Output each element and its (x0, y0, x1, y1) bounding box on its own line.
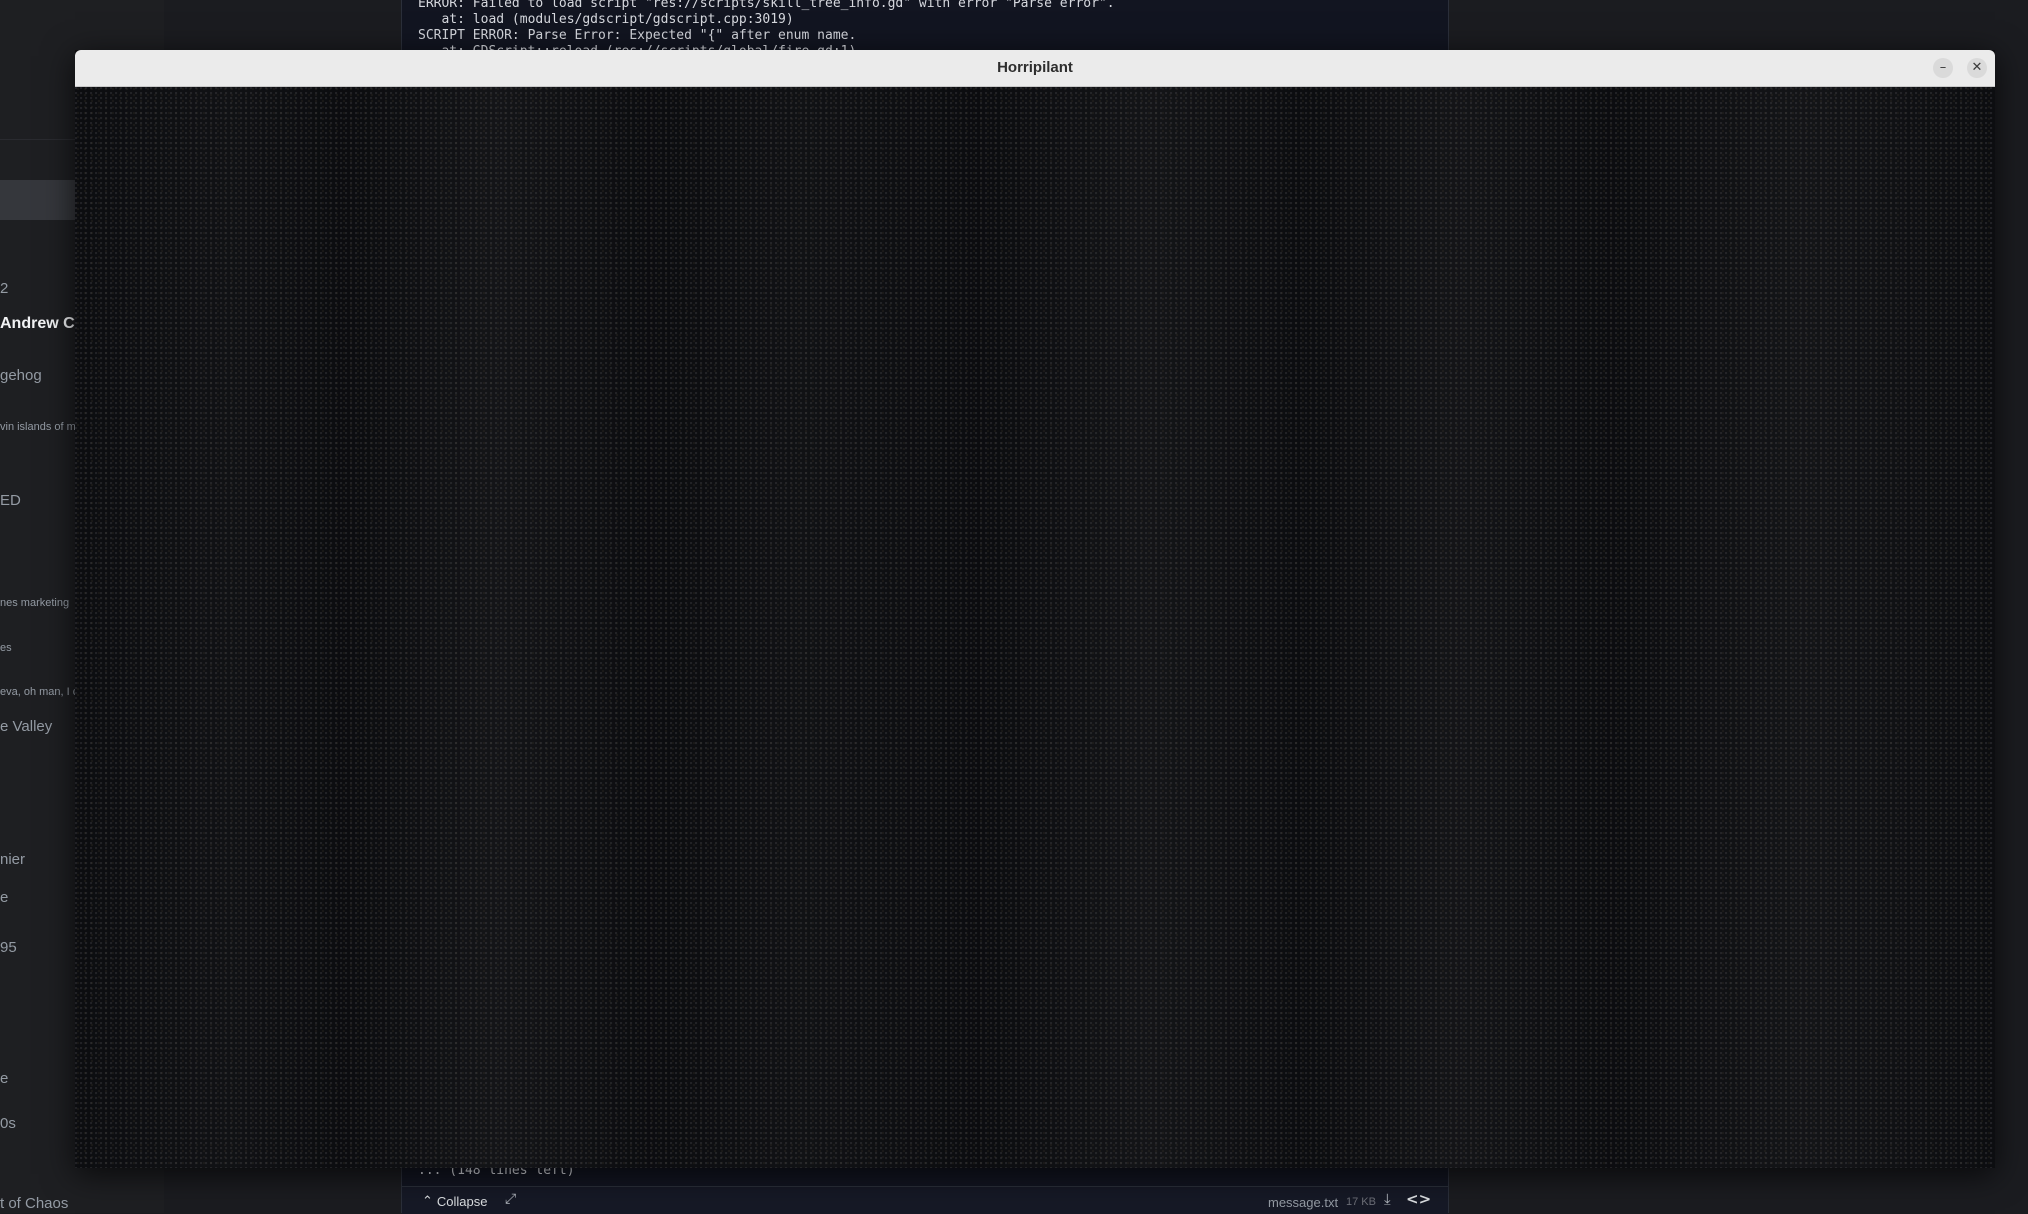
code-line: ERROR: Failed to load script "res://scri… (418, 0, 1115, 11)
sidebar-item[interactable]: nier (0, 851, 76, 868)
sidebar-item[interactable]: 0s (0, 1115, 76, 1132)
sidebar-item[interactable]: 2 (0, 280, 76, 297)
sidebar-item[interactable]: vin islands of m (0, 421, 76, 433)
file-name[interactable]: message.txt (1268, 1195, 1338, 1210)
window-title: Horripilant (997, 59, 1073, 76)
minimize-button[interactable]: – (1933, 58, 1953, 78)
collapse-button[interactable]: ⌃ Collapse (422, 1193, 488, 1209)
sidebar-item[interactable]: ED (0, 492, 76, 509)
game-canvas[interactable] (75, 87, 1995, 1168)
sidebar-item[interactable]: t of Chaos (0, 1195, 76, 1212)
file-size: 17 KB (1346, 1196, 1376, 1208)
sidebar-item[interactable]: gehog (0, 367, 76, 384)
chevron-up-icon: ⌃ (422, 1193, 433, 1208)
sidebar-item[interactable]: eva, oh man, I c (0, 686, 76, 698)
collapse-label: Collapse (436, 1193, 488, 1209)
sidebar-item[interactable]: nes marketing (0, 597, 76, 609)
sidebar-item[interactable]: es (0, 642, 76, 654)
game-window: Horripilant – ✕ (75, 50, 1995, 1168)
code-view-icon[interactable]: <> (1406, 1190, 1431, 1208)
expand-icon[interactable]: ⤢ (505, 1191, 516, 1207)
close-button[interactable]: ✕ (1967, 58, 1987, 78)
code-line: SCRIPT ERROR: Parse Error: Expected "{" … (418, 28, 857, 43)
sidebar-item[interactable]: 95 (0, 939, 76, 956)
code-line: at: load (modules/gdscript/gdscript.cpp:… (418, 12, 794, 27)
window-titlebar[interactable]: Horripilant – ✕ (75, 50, 1995, 87)
sidebar-item[interactable]: e Valley (0, 718, 76, 735)
attachment-footer: ⌃ Collapse ⤢ message.txt 17 KB ⤓ <> (402, 1186, 1448, 1214)
sidebar-selected-item[interactable] (0, 180, 76, 220)
download-icon[interactable]: ⤓ (1384, 1190, 1391, 1208)
sidebar-item[interactable]: e (0, 1070, 76, 1087)
sidebar-item[interactable]: e (0, 889, 76, 906)
sidebar-item[interactable]: Andrew Cy (0, 315, 76, 333)
